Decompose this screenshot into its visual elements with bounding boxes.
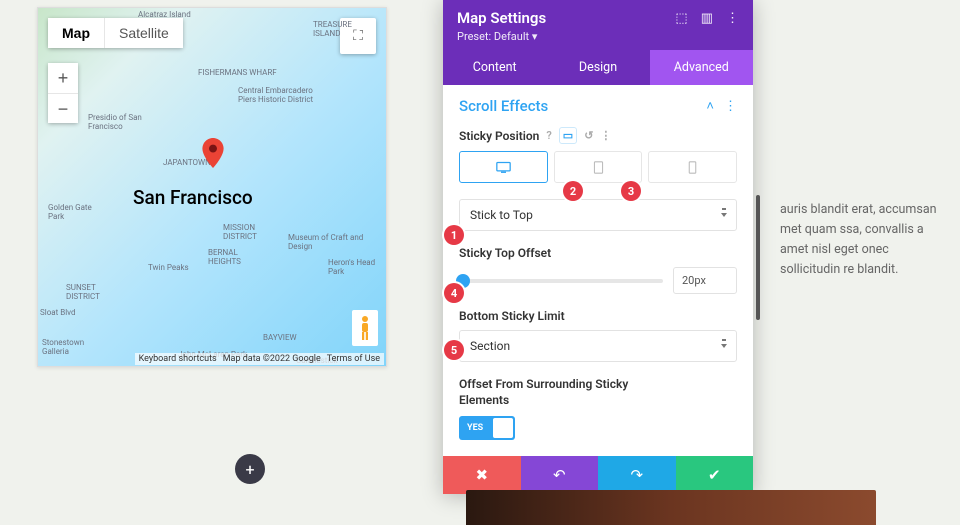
annotation-badge-2: 2	[563, 181, 583, 201]
toggle-yes-label: YES	[461, 423, 483, 433]
panel-actions: ✖ ↶ ↷ ✔	[443, 456, 753, 494]
map-label: FISHERMANS WHARF	[198, 68, 277, 77]
map-label: Presidio of San Francisco	[88, 113, 148, 131]
annotation-badge-3: 3	[621, 181, 641, 201]
stick-to-select[interactable]: Stick to Top	[459, 199, 737, 231]
keyboard-shortcuts-link[interactable]: Keyboard shortcuts	[139, 354, 217, 364]
map-label: Golden Gate Park	[48, 203, 103, 221]
map-type-controls: Map Satellite	[48, 18, 183, 48]
map-label: Heron's Head Park	[328, 258, 383, 276]
text-column-divider	[756, 195, 760, 320]
offset-surrounding-label: Offset From Surrounding Sticky Elements	[459, 377, 629, 408]
section-title[interactable]: Scroll Effects	[459, 97, 548, 115]
map-canvas[interactable]: Map Satellite ⛶ + − Alcatraz Island TREA…	[38, 8, 386, 366]
map-label: Sloat Blvd	[40, 308, 75, 317]
map-type-map[interactable]: Map	[48, 18, 104, 48]
map-label: MISSION DISTRICT	[223, 223, 273, 241]
undo-button[interactable]: ↶	[521, 456, 599, 494]
annotation-badge-1: 1	[444, 225, 464, 245]
sticky-top-offset-label: Sticky Top Offset	[459, 246, 737, 260]
device-desktop[interactable]	[459, 151, 548, 183]
sticky-position-label: Sticky Position ? ▭ ↺ ⋮	[459, 127, 737, 144]
map-label: Twin Peaks	[148, 263, 189, 272]
map-label: TREASURE ISLAND	[313, 20, 368, 38]
settings-panel: Map Settings Preset: Default ▾ ⬚ ▥ ⋮ Con…	[443, 0, 753, 494]
save-button[interactable]: ✔	[676, 456, 754, 494]
map-label: Alcatraz Island	[138, 10, 191, 19]
map-attribution: Keyboard shortcuts Map data ©2022 Google…	[135, 353, 384, 365]
kebab-menu-icon[interactable]: ⋮	[726, 11, 739, 26]
map-label: BAYVIEW	[263, 333, 297, 342]
reset-icon[interactable]: ↺	[584, 129, 593, 142]
help-icon[interactable]: ?	[546, 129, 551, 142]
offset-value-input[interactable]: 20px	[673, 267, 737, 294]
annotation-badge-4: 4	[444, 283, 464, 303]
panel-title: Map Settings	[457, 9, 546, 27]
annotation-badge-5: 5	[444, 340, 464, 360]
panel-tabs: Content Design Advanced	[443, 50, 753, 85]
responsive-icon[interactable]: ▭	[559, 127, 577, 144]
tab-advanced[interactable]: Advanced	[650, 50, 753, 85]
map-type-satellite[interactable]: Satellite	[104, 18, 183, 48]
device-selector	[459, 151, 737, 183]
section-menu-icon[interactable]: ⋮	[724, 99, 737, 114]
redo-button[interactable]: ↷	[598, 456, 676, 494]
field-menu-icon[interactable]: ⋮	[600, 129, 611, 142]
panel-header: Map Settings Preset: Default ▾ ⬚ ▥ ⋮	[443, 0, 753, 50]
map-label: Museum of Craft and Design	[288, 233, 373, 251]
map-label: BERNAL HEIGHTS	[208, 248, 258, 266]
tab-design[interactable]: Design	[546, 50, 649, 85]
zoom-in-button[interactable]: +	[48, 63, 78, 93]
zoom-controls: + −	[48, 63, 78, 123]
zoom-out-button[interactable]: −	[48, 93, 78, 123]
map-pin-icon	[202, 138, 224, 168]
image-module-preview	[466, 490, 876, 525]
expand-icon[interactable]: ⬚	[675, 11, 687, 26]
device-phone[interactable]	[648, 151, 737, 183]
map-label: SUNSET DISTRICT	[66, 283, 116, 301]
preset-selector[interactable]: Preset: Default ▾	[457, 30, 546, 43]
map-data-text: Map data ©2022 Google	[223, 354, 321, 364]
collapse-icon[interactable]: ˄	[706, 98, 714, 114]
map-label: Stonestown Galleria	[42, 338, 97, 356]
map-label: Central Embarcadero Piers Historic Distr…	[238, 86, 328, 104]
pegman-icon[interactable]	[352, 310, 378, 346]
bottom-sticky-limit-label: Bottom Sticky Limit	[459, 309, 737, 323]
device-tablet[interactable]	[554, 151, 643, 183]
toggle-knob	[493, 418, 513, 438]
panel-body: Scroll Effects ˄ ⋮ Sticky Position ? ▭ ↺…	[443, 85, 753, 456]
add-module-button[interactable]: +	[235, 454, 265, 484]
map-city-label: San Francisco	[133, 186, 253, 209]
tab-content[interactable]: Content	[443, 50, 546, 85]
close-button[interactable]: ✖	[443, 456, 521, 494]
placeholder-text: auris blandit erat, accumsan met quam ss…	[780, 200, 945, 280]
bottom-limit-select[interactable]: Section	[459, 330, 737, 362]
help-icon[interactable]: ▥	[701, 11, 713, 26]
terms-link[interactable]: Terms of Use	[327, 354, 380, 364]
offset-surrounding-toggle[interactable]: YES	[459, 416, 515, 440]
offset-slider[interactable]	[459, 279, 663, 283]
map-module: Map Satellite ⛶ + − Alcatraz Island TREA…	[37, 7, 387, 367]
